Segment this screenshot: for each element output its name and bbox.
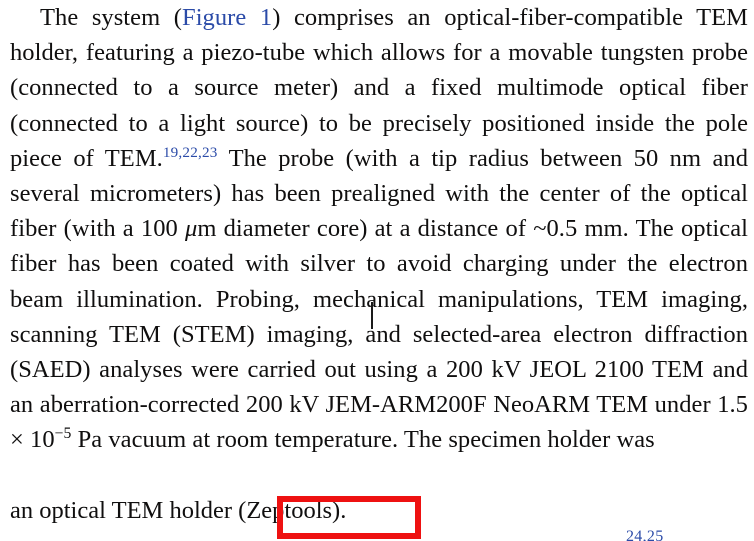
paren-open: ( — [173, 4, 183, 31]
exponent-minus-five: −5 — [54, 425, 72, 443]
text-cursor-caret — [371, 302, 373, 329]
citation-link-19-22-23[interactable]: 19,22,23 — [163, 144, 218, 161]
paragraph-last-line[interactable]: an optical TEM holder (Zeptools). — [10, 493, 750, 528]
next-paragraph-citation-link[interactable]: 24,25 — [626, 529, 664, 541]
paragraph-text-body-4: Pa vacuum at room temperature. The speci… — [71, 426, 655, 454]
figure-1-link[interactable]: Figure 1 — [182, 4, 272, 31]
mu-symbol: μ — [184, 215, 198, 243]
body-paragraph[interactable]: The system (Figure 1) comprises an optic… — [10, 0, 748, 458]
paragraph-text-lead: The system — [40, 4, 174, 31]
paragraph-text-body-3: m diameter core) at a distance of ~0.5 m… — [10, 215, 748, 454]
